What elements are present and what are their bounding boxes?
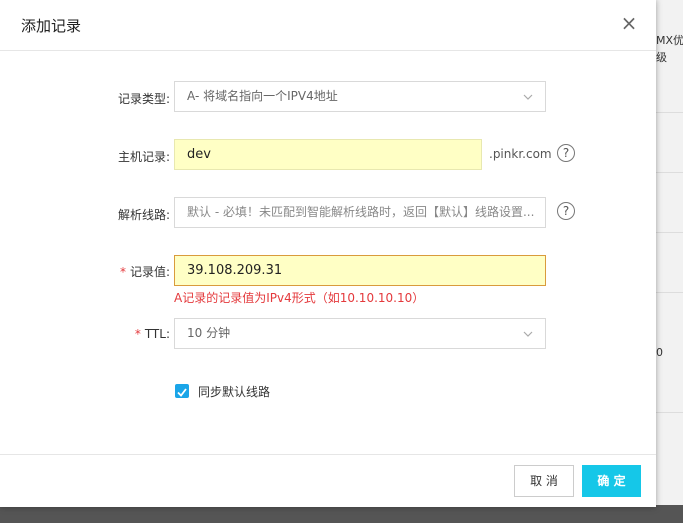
record-type-value: A- 将域名指向一个IPV4地址 xyxy=(187,89,338,103)
domain-suffix: .pinkr.com xyxy=(489,147,552,161)
record-value-error: A记录的记录值为IPv4形式（如10.10.10.10） xyxy=(174,291,425,305)
ttl-value: 10 分钟 xyxy=(187,326,231,340)
record-value-input[interactable]: 39.108.209.31 xyxy=(174,255,546,286)
help-icon[interactable]: ? xyxy=(557,144,575,162)
check-icon xyxy=(177,388,187,397)
background-text: 0 xyxy=(656,346,663,359)
confirm-button[interactable]: 确 定 xyxy=(582,465,641,497)
add-record-dialog: 添加记录 × 记录类型: A- 将域名指向一个IPV4地址 主机记录: dev … xyxy=(0,0,656,507)
chevron-down-icon xyxy=(523,331,533,337)
sync-default-line-label[interactable]: 同步默认线路 xyxy=(198,383,270,400)
footer-divider xyxy=(0,454,656,455)
ttl-select[interactable]: 10 分钟 xyxy=(174,318,546,349)
dialog-header: 添加记录 × xyxy=(0,0,656,51)
background-text: MX优 xyxy=(656,34,683,47)
background-divider xyxy=(656,232,683,233)
record-type-label: 记录类型: xyxy=(117,92,170,106)
record-type-select[interactable]: A- 将域名指向一个IPV4地址 xyxy=(174,81,546,112)
ttl-label: * TTL: xyxy=(20,327,170,341)
chevron-down-icon xyxy=(523,94,533,100)
host-record-input[interactable]: dev xyxy=(174,139,482,170)
background-page: MX优 级 0 xyxy=(656,0,683,505)
record-value-label: * 记录值: xyxy=(20,263,170,280)
resolve-line-label: 解析线路: xyxy=(117,208,170,222)
sync-default-line-checkbox[interactable] xyxy=(175,384,189,398)
background-divider xyxy=(656,112,683,113)
help-icon[interactable]: ? xyxy=(557,202,575,220)
background-divider xyxy=(656,292,683,293)
background-text: 级 xyxy=(656,51,667,64)
dialog-title: 添加记录 xyxy=(21,17,82,35)
resolve-line-select[interactable]: 默认 - 必填！未匹配到智能解析线路时，返回【默认】线路设置... xyxy=(174,197,546,228)
close-icon[interactable]: × xyxy=(620,13,638,33)
record-value-label-text: 记录值: xyxy=(129,265,170,279)
required-mark: * xyxy=(119,265,126,279)
cancel-button[interactable]: 取 消 xyxy=(514,465,574,497)
background-divider xyxy=(656,172,683,173)
required-mark: * xyxy=(134,327,141,341)
host-record-label: 主机记录: xyxy=(117,150,170,164)
ttl-label-text: TTL: xyxy=(144,327,170,341)
background-divider xyxy=(656,412,683,413)
